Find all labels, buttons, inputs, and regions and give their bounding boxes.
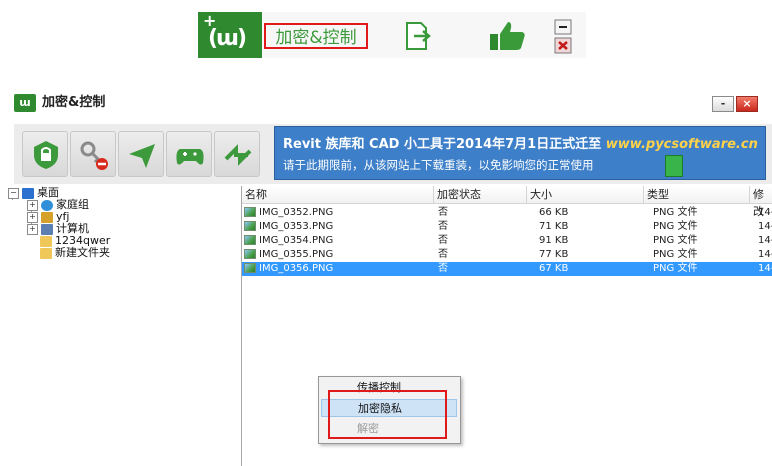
homegroup-icon — [41, 199, 53, 211]
computer-icon — [41, 223, 53, 235]
file-modified: 14- — [758, 221, 772, 232]
key-block-button[interactable] — [70, 131, 116, 177]
file-size: 66 KB — [539, 207, 569, 218]
gamepad-button[interactable] — [166, 131, 212, 177]
file-list-header: 名称 加密状态 大小 类型 修改 — [242, 186, 772, 218]
file-name: IMG_0354.PNG — [259, 235, 334, 246]
banner-website-link[interactable]: www.pycsoftware.cn — [606, 137, 758, 152]
image-file-icon — [244, 207, 256, 217]
key-block-icon — [80, 141, 108, 170]
banner-line1: Revit 族库和 CAD 小工具于2014年7月1日正式迁至 www.pycs… — [283, 133, 758, 152]
file-type: PNG 文件 — [653, 207, 698, 218]
user-folder-icon — [41, 211, 53, 223]
file-size: 77 KB — [539, 249, 569, 260]
folder-icon — [40, 247, 52, 259]
file-name: IMG_0356.PNG — [259, 263, 334, 274]
column-modified[interactable]: 修改 — [750, 186, 772, 218]
expand-icon[interactable]: + — [27, 223, 38, 235]
image-file-icon — [244, 263, 256, 273]
notice-banner[interactable]: Revit 族库和 CAD 小工具于2014年7月1日正式迁至 www.pycs… — [274, 126, 766, 180]
table-row[interactable]: IMG_0354.PNG 否 91 KB PNG 文件 14- — [242, 234, 772, 248]
table-row-selected[interactable]: IMG_0356.PNG 否 67 KB PNG 文件 14- — [242, 262, 772, 276]
encryption-status: 否 — [438, 263, 448, 274]
lock-icon — [34, 141, 58, 169]
encryption-status: 否 — [438, 249, 448, 260]
title-bar[interactable]: ɯ 加密&控制 - × — [8, 88, 772, 122]
file-modified: 14- — [758, 235, 772, 246]
desktop-icon — [22, 187, 34, 199]
thumbs-up-icon[interactable] — [488, 20, 528, 52]
banner-line2: 请于此期限前，从该网站上下载重装，以免影响您的正常使用 — [283, 158, 594, 172]
file-modified: 14- — [758, 207, 772, 218]
column-encryption-status[interactable]: 加密状态 — [434, 186, 527, 203]
gamepad-icon — [176, 149, 204, 165]
share-button[interactable] — [214, 131, 260, 177]
minimize-button[interactable]: - — [712, 96, 734, 112]
file-size: 91 KB — [539, 235, 569, 246]
mini-app-title[interactable]: 加密&控制 — [264, 23, 368, 49]
lock-button[interactable] — [22, 131, 68, 177]
column-size[interactable]: 大小 — [527, 186, 644, 203]
file-modified: 14- — [758, 263, 772, 274]
mini-toolbar: + (ɯ) 加密&控制 — [198, 11, 586, 58]
file-name: IMG_0352.PNG — [259, 207, 334, 218]
app-logo-icon: ɯ — [14, 94, 36, 112]
table-row[interactable]: IMG_0353.PNG 否 71 KB PNG 文件 14- — [242, 220, 772, 234]
export-file-icon[interactable] — [404, 21, 432, 51]
encryption-status: 否 — [438, 221, 448, 232]
file-name: IMG_0353.PNG — [259, 221, 334, 232]
send-icon — [129, 144, 155, 168]
window-title: 加密&控制 — [42, 95, 106, 110]
file-size: 71 KB — [539, 221, 569, 232]
column-name[interactable]: 名称 — [242, 186, 434, 203]
window-controls-icon[interactable] — [554, 18, 572, 56]
expand-icon[interactable]: + — [27, 211, 38, 223]
collapse-icon[interactable]: − — [8, 187, 19, 199]
encryption-status: 否 — [438, 207, 448, 218]
share-icon — [224, 144, 252, 166]
table-row[interactable]: IMG_0355.PNG 否 77 KB PNG 文件 14- — [242, 248, 772, 262]
table-row[interactable]: IMG_0352.PNG 否 66 KB PNG 文件 14- — [242, 206, 772, 220]
send-button[interactable] — [118, 131, 164, 177]
close-button[interactable]: × — [736, 96, 758, 112]
image-file-icon — [244, 221, 256, 231]
folder-tree: − 桌面 + 家庭组 + yfj + 计算机 1234qwer 新建文件夹 — [8, 186, 238, 466]
column-type[interactable]: 类型 — [644, 186, 750, 203]
file-type: PNG 文件 — [653, 249, 698, 260]
banner-text: Revit 族库和 CAD 小工具于2014年7月1日正式迁至 — [283, 137, 606, 152]
tree-item-label: 新建文件夹 — [55, 246, 110, 259]
app-logo-icon[interactable]: + (ɯ) — [198, 11, 262, 58]
encryption-status: 否 — [438, 235, 448, 246]
highlight-box — [328, 390, 447, 439]
image-file-icon — [244, 235, 256, 245]
app-window: ɯ 加密&控制 - × Revit 族库和 CAD 小工具于2014年7月1日正… — [8, 88, 772, 466]
file-type: PNG 文件 — [653, 263, 698, 274]
file-name: IMG_0355.PNG — [259, 249, 334, 260]
image-file-icon — [244, 249, 256, 259]
file-size: 67 KB — [539, 263, 569, 274]
tree-item-new-folder[interactable]: 新建文件夹 — [40, 246, 110, 260]
book-icon — [665, 155, 683, 177]
file-modified: 14- — [758, 249, 772, 260]
folder-icon — [40, 235, 52, 247]
file-type: PNG 文件 — [653, 235, 698, 246]
expand-icon[interactable]: + — [27, 199, 38, 211]
file-type: PNG 文件 — [653, 221, 698, 232]
